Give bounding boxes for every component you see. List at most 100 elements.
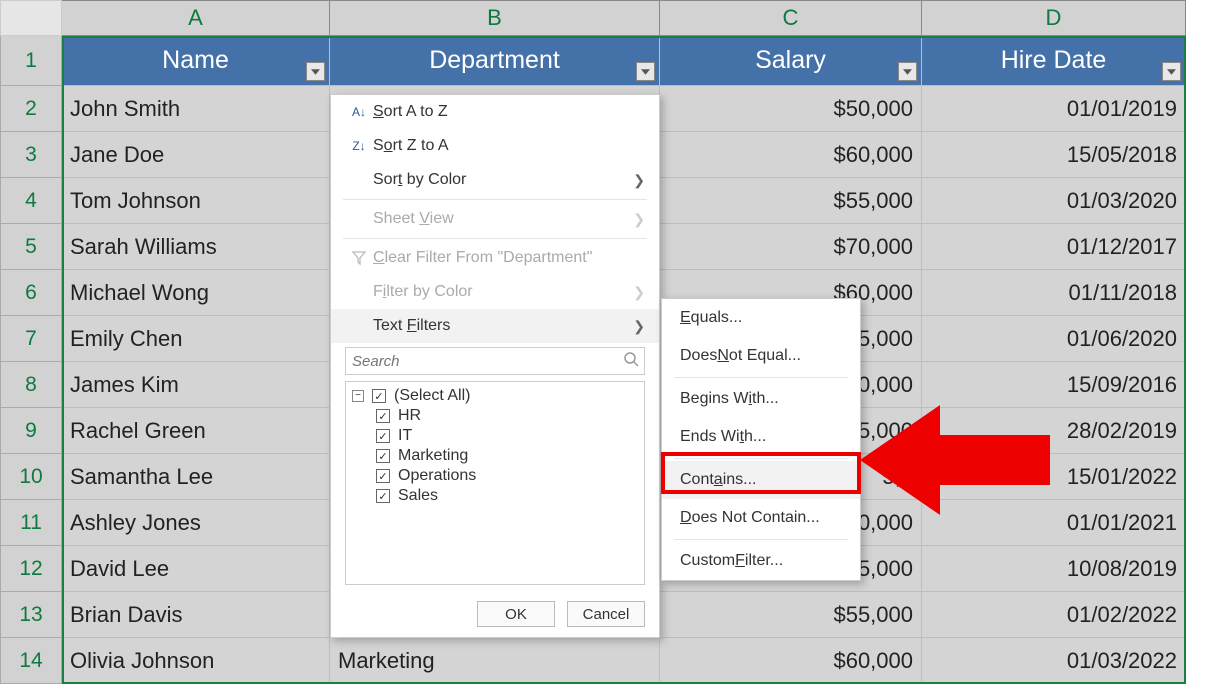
checkbox-icon[interactable]: ✓ (376, 489, 390, 503)
cell-name[interactable]: Olivia Johnson (62, 638, 330, 684)
submenu-custom-filter[interactable]: Custom Filter... (662, 542, 860, 580)
submenu-not-contain[interactable]: Does Not Contain... (662, 499, 860, 537)
cell-salary[interactable]: $70,000 (660, 224, 922, 270)
header-name[interactable]: Name (62, 36, 330, 86)
header-salary[interactable]: Salary (660, 36, 922, 86)
cell-hiredate[interactable]: 28/02/2019 (922, 408, 1186, 454)
row-header-1[interactable]: 1 (0, 36, 62, 86)
cell-hiredate[interactable]: 01/03/2020 (922, 178, 1186, 224)
filter-item-select-all[interactable]: −✓(Select All) (352, 386, 638, 406)
filter-item-marketing[interactable]: ✓Marketing (352, 446, 638, 466)
cell-salary[interactable]: $55,000 (660, 592, 922, 638)
row-header[interactable]: 13 (0, 592, 62, 638)
cell-name[interactable]: Sarah Williams (62, 224, 330, 270)
cell-department[interactable]: Marketing (330, 638, 660, 684)
row-header[interactable]: 2 (0, 86, 62, 132)
checkbox-icon[interactable]: ✓ (376, 449, 390, 463)
row-header[interactable]: 4 (0, 178, 62, 224)
menu-sort-az[interactable]: A↓Sort A to Z (331, 95, 659, 129)
cell-salary[interactable]: $50,000 (660, 86, 922, 132)
cell-name[interactable]: John Smith (62, 86, 330, 132)
col-header-d[interactable]: D (922, 0, 1186, 36)
submenu-ends-with[interactable]: Ends With... (662, 418, 860, 456)
chevron-right-icon: ❯ (633, 284, 645, 301)
cell-hiredate[interactable]: 01/11/2018 (922, 270, 1186, 316)
collapse-icon[interactable]: − (352, 390, 364, 402)
menu-sort-za[interactable]: Z↓Sort Z to A (331, 129, 659, 163)
checkbox-icon[interactable]: ✓ (372, 389, 386, 403)
row-header[interactable]: 3 (0, 132, 62, 178)
filter-item-sales[interactable]: ✓Sales (352, 486, 638, 506)
cell-hiredate[interactable]: 15/09/2016 (922, 362, 1186, 408)
text-filters-submenu: Equals... Does Not Equal... Begins With.… (661, 298, 861, 581)
header-department[interactable]: Department (330, 36, 660, 86)
row-header[interactable]: 10 (0, 454, 62, 500)
col-header-b[interactable]: B (330, 0, 660, 36)
col-header-c[interactable]: C (660, 0, 922, 36)
sort-az-icon: A↓ (345, 105, 373, 119)
filter-search-input[interactable] (345, 347, 645, 375)
cell-salary[interactable]: $60,000 (660, 132, 922, 178)
cell-salary[interactable]: $55,000 (660, 178, 922, 224)
cell-name[interactable]: Brian Davis (62, 592, 330, 638)
search-icon (623, 351, 639, 372)
sort-za-icon: Z↓ (345, 139, 373, 153)
filter-button-salary[interactable] (898, 62, 917, 81)
cell-name[interactable]: Samantha Lee (62, 454, 330, 500)
cell-name[interactable]: Tom Johnson (62, 178, 330, 224)
header-department-label: Department (429, 46, 560, 75)
row-header[interactable]: 14 (0, 638, 62, 684)
row-header[interactable]: 11 (0, 500, 62, 546)
header-hiredate-label: Hire Date (1001, 46, 1107, 75)
header-name-label: Name (162, 46, 229, 75)
cell-name[interactable]: Ashley Jones (62, 500, 330, 546)
row-header[interactable]: 6 (0, 270, 62, 316)
cell-hiredate[interactable]: 01/01/2021 (922, 500, 1186, 546)
row-header[interactable]: 5 (0, 224, 62, 270)
row-header[interactable]: 8 (0, 362, 62, 408)
cell-hiredate[interactable]: 01/01/2019 (922, 86, 1186, 132)
submenu-not-equal[interactable]: Does Not Equal... (662, 337, 860, 375)
cell-hiredate[interactable]: 10/08/2019 (922, 546, 1186, 592)
cell-hiredate[interactable]: 01/06/2020 (922, 316, 1186, 362)
ok-button[interactable]: OK (477, 601, 555, 627)
checkbox-icon[interactable]: ✓ (376, 429, 390, 443)
cell-name[interactable]: Emily Chen (62, 316, 330, 362)
checkbox-icon[interactable]: ✓ (376, 409, 390, 423)
cell-hiredate[interactable]: 15/01/2022 (922, 454, 1186, 500)
filter-item-hr[interactable]: ✓HR (352, 406, 638, 426)
row-header[interactable]: 7 (0, 316, 62, 362)
cell-name[interactable]: Jane Doe (62, 132, 330, 178)
filter-button-name[interactable] (306, 62, 325, 81)
menu-sort-by-color[interactable]: Sort by Color❯ (331, 163, 659, 197)
submenu-equals[interactable]: Equals... (662, 299, 860, 337)
select-all-corner[interactable] (0, 0, 62, 36)
filter-item-it[interactable]: ✓IT (352, 426, 638, 446)
cell-hiredate[interactable]: 15/05/2018 (922, 132, 1186, 178)
cancel-button[interactable]: Cancel (567, 601, 645, 627)
filter-values-list[interactable]: −✓(Select All) ✓HR ✓IT ✓Marketing ✓Opera… (345, 381, 645, 585)
cell-name[interactable]: Rachel Green (62, 408, 330, 454)
chevron-right-icon: ❯ (633, 172, 645, 189)
col-header-a[interactable]: A (62, 0, 330, 36)
filter-button-department[interactable] (636, 62, 655, 81)
cell-name[interactable]: David Lee (62, 546, 330, 592)
cell-salary[interactable]: $60,000 (660, 638, 922, 684)
cell-name[interactable]: Michael Wong (62, 270, 330, 316)
menu-text-filters[interactable]: Text Filters❯ (331, 309, 659, 343)
cell-hiredate[interactable]: 01/03/2022 (922, 638, 1186, 684)
checkbox-icon[interactable]: ✓ (376, 469, 390, 483)
submenu-begins-with[interactable]: Begins With... (662, 380, 860, 418)
row-header[interactable]: 12 (0, 546, 62, 592)
cell-hiredate[interactable]: 01/12/2017 (922, 224, 1186, 270)
submenu-contains[interactable]: Contains... (662, 461, 860, 499)
cell-hiredate[interactable]: 01/02/2022 (922, 592, 1186, 638)
header-hiredate[interactable]: Hire Date (922, 36, 1186, 86)
clear-filter-icon (345, 250, 373, 266)
header-salary-label: Salary (755, 46, 826, 75)
chevron-right-icon: ❯ (633, 211, 645, 228)
cell-name[interactable]: James Kim (62, 362, 330, 408)
row-header[interactable]: 9 (0, 408, 62, 454)
filter-item-operations[interactable]: ✓Operations (352, 466, 638, 486)
filter-button-hiredate[interactable] (1162, 62, 1181, 81)
